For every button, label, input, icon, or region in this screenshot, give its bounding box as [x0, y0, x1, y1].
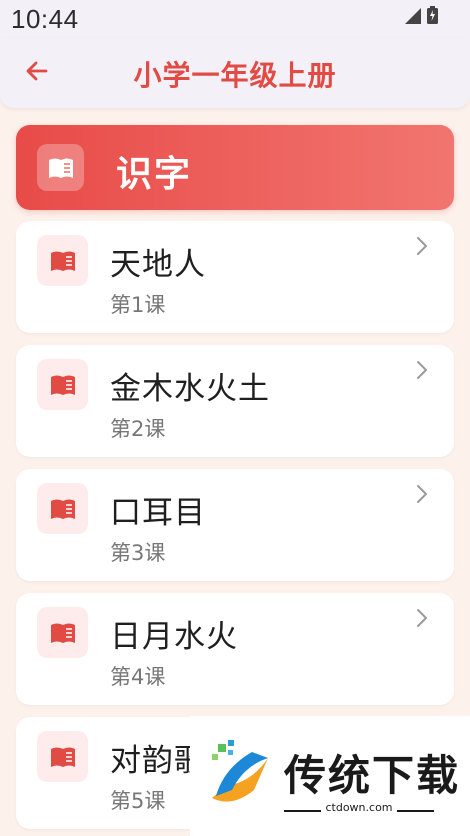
book-open-icon [50, 499, 75, 519]
battery-icon [427, 6, 438, 24]
lesson-number: 第3课 [110, 541, 166, 565]
status-time: 10:44 [11, 4, 79, 34]
status-icons [405, 6, 438, 24]
lesson-number: 第1课 [110, 293, 166, 317]
section-header: 识字 [16, 125, 454, 210]
book-open-icon [48, 158, 73, 178]
watermark: 传统下载 ctdown.com [190, 716, 470, 836]
signal-icon [405, 8, 421, 24]
app-bar: 小学一年级上册 [0, 38, 470, 108]
section-label: 识字 [116, 154, 193, 195]
watermark-logo-icon [212, 740, 268, 802]
lesson-number: 第4课 [110, 665, 166, 689]
chevron-right-icon [417, 237, 427, 255]
watermark-url: ctdown.com [284, 801, 434, 814]
book-open-icon [50, 375, 75, 395]
lesson-name: 金木水火土 [110, 371, 270, 407]
lesson-card[interactable]: 天地人 第1课 [16, 221, 454, 333]
lesson-icon-box [37, 359, 88, 410]
chevron-right-icon [417, 609, 427, 627]
chevron-right-icon [417, 485, 427, 503]
watermark-url-text: ctdown.com [321, 801, 397, 814]
lesson-number: 第2课 [110, 417, 166, 441]
lesson-icon-box [37, 607, 88, 658]
lesson-icon-box [37, 235, 88, 286]
section-icon-box [37, 144, 84, 191]
lesson-name: 天地人 [110, 247, 206, 283]
watermark-brand: 传统下载 [284, 751, 461, 800]
page-title: 小学一年级上册 [133, 59, 337, 92]
lesson-icon-box [37, 731, 88, 782]
lesson-card[interactable]: 日月水火 第4课 [16, 593, 454, 705]
book-open-icon [50, 623, 75, 643]
lesson-name: 口耳目 [110, 495, 206, 531]
lesson-number: 第5课 [110, 789, 166, 813]
lesson-card[interactable]: 口耳目 第3课 [16, 469, 454, 581]
chevron-right-icon [417, 361, 427, 379]
status-bar: 10:44 [0, 0, 470, 38]
book-open-icon [50, 251, 75, 271]
lesson-name: 日月水火 [110, 619, 238, 655]
book-open-icon [50, 747, 75, 767]
lesson-card[interactable]: 金木水火土 第2课 [16, 345, 454, 457]
lesson-icon-box [37, 483, 88, 534]
